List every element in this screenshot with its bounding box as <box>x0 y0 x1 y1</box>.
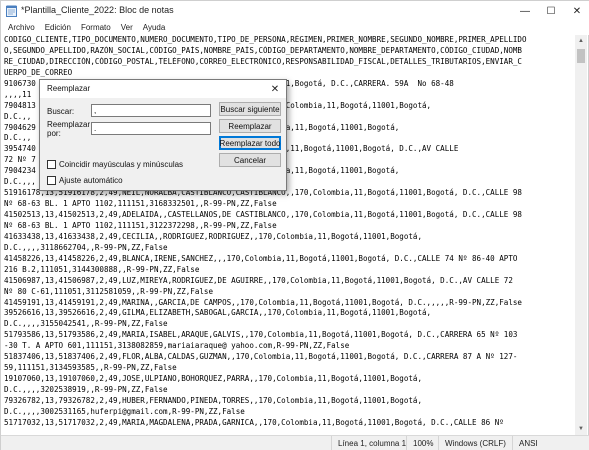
match-case-checkbox[interactable] <box>47 160 56 169</box>
text-line: Nº 80 C-61,111051,3112581059,,R-99-PN,ZZ… <box>4 286 214 296</box>
scroll-down-arrow-icon[interactable]: ▼ <box>575 423 587 435</box>
text-line: RE_CIUDAD,DIRECCIÓN,CÓDIGO_POSTAL,TELÉFO… <box>4 56 522 66</box>
text-line: CODIGO_CLIENTE,TIPO_DOCUMENTO,NUMERO_DOC… <box>4 35 527 44</box>
notepad-window: *Plantilla_Cliente_2022: Bloc de notas —… <box>0 0 589 450</box>
find-next-button[interactable]: Buscar siguiente <box>219 102 281 116</box>
text-line: D.C.,,,,3002531165,huferpi@gmail.com,R-9… <box>4 406 245 416</box>
match-case-label: Coincidir mayúsculas y minúsculas <box>59 160 184 169</box>
text-line: 41459191,13,41459191,2,49,MARINA,,GARCIA… <box>4 297 522 307</box>
scroll-up-arrow-icon[interactable]: ▲ <box>575 35 587 47</box>
text-line: 51717032,13,51717032,2,49,MARIA,MAGDALEN… <box>4 417 504 427</box>
text-line: 41458226,13,41458226,2,49,BLANCA,IRENE,S… <box>4 253 518 263</box>
replace-input[interactable]: . <box>91 122 211 135</box>
text-line: D.C.,,,,3118662704,,R-99-PN,ZZ,False <box>4 242 168 252</box>
text-line: 41502513,13,41502513,2,49,ADELAIDA,,CAST… <box>4 210 522 219</box>
text-line: 39526616,13,39526616,2,49,GILMA,ELIZABET… <box>4 308 432 318</box>
text-line: 41506987,13,41506987,2,49,LUZ,MIREYA,ROD… <box>4 275 513 285</box>
close-button[interactable]: ✕ <box>564 1 589 21</box>
text-line: Nº 68-63 BL. 1 APTO 1102,111151,31683325… <box>4 199 277 209</box>
text-line: 41633438,13,41633438,2,49,CECILIA,,RODRI… <box>4 231 423 241</box>
wrap-around-checkbox[interactable] <box>47 176 56 185</box>
text-line: 51793586,13,51793586,2,49,MARIA,ISABEL,A… <box>4 330 518 340</box>
encoding: ANSI <box>512 436 538 450</box>
text-line: O,SEGUNDO_APELLIDO,RAZÓN_SOCIAL,CÓDIGO_P… <box>4 45 522 55</box>
text-line: D.C.,,,,3155042541,,R-99-PN,ZZ,False <box>4 319 168 329</box>
scrollbar-thumb[interactable] <box>577 49 585 63</box>
menu-ayuda[interactable]: Ayuda <box>138 21 171 35</box>
text-line: 51837406,13,51837406,2,49,FLOR,ALBA,CALD… <box>4 352 518 362</box>
cursor-position: Línea 1, columna 1 <box>331 436 406 450</box>
menu-edicion[interactable]: Edición <box>40 21 76 35</box>
text-line: 19107060,13,19107060,2,49,JOSE,ULPIANO,B… <box>4 374 423 384</box>
maximize-button[interactable]: ☐ <box>538 1 564 21</box>
text-line: UERPO_DE_CORREO <box>4 67 73 77</box>
menu-ver[interactable]: Ver <box>116 21 138 35</box>
find-input[interactable]: , <box>91 104 211 117</box>
window-title: *Plantilla_Cliente_2022: Bloc de notas <box>21 5 174 15</box>
dialog-title-bar: Reemplazar ✕ <box>40 80 286 98</box>
replace-label: Reemplazar por: <box>47 120 91 138</box>
text-line: 59,111151,3134593585,,R-99-PN,ZZ,False <box>4 363 177 373</box>
replace-dialog: Reemplazar ✕ Buscar: , Reemplazar por: .… <box>39 79 287 191</box>
replace-all-button[interactable]: Reemplazar todo <box>219 136 281 150</box>
cancel-button[interactable]: Cancelar <box>219 153 281 167</box>
dialog-title: Reemplazar <box>47 84 91 93</box>
text-line: -30 T. A APTO 601,111151,3138082859,mari… <box>4 341 350 351</box>
wrap-around-label: Ajuste automático <box>59 176 123 185</box>
menu-bar: Archivo Edición Formato Ver Ayuda <box>1 21 589 35</box>
line-ending: Windows (CRLF) <box>438 436 506 450</box>
zoom-level: 100% <box>406 436 433 450</box>
vertical-scrollbar[interactable]: ▲ ▼ <box>575 35 587 435</box>
menu-archivo[interactable]: Archivo <box>3 21 40 35</box>
window-controls: — ☐ ✕ <box>512 1 589 21</box>
notepad-app-icon <box>6 5 17 17</box>
title-bar: *Plantilla_Cliente_2022: Bloc de notas —… <box>1 1 589 21</box>
menu-formato[interactable]: Formato <box>76 21 116 35</box>
minimize-button[interactable]: — <box>512 1 538 21</box>
find-label: Buscar: <box>47 107 75 116</box>
wrap-around-option[interactable]: Ajuste automático <box>47 176 123 185</box>
text-line: Nº 68-63 BL. 1 APTO 1102,111151,31223722… <box>4 220 277 230</box>
text-line: 216 B.2,111051,3144300888,,R-99-PN,ZZ,Fa… <box>4 264 200 274</box>
match-case-option[interactable]: Coincidir mayúsculas y minúsculas <box>47 160 183 169</box>
status-bar: Línea 1, columna 1 100% Windows (CRLF) A… <box>1 435 589 450</box>
dialog-close-icon[interactable]: ✕ <box>268 82 282 96</box>
replace-button[interactable]: Reemplazar <box>219 119 281 133</box>
text-line: D.C.,,,,3202538919,,R-99-PN,ZZ,False <box>4 385 168 394</box>
text-line: 79326782,13,79326782,2,49,HUBER,FERNANDO… <box>4 395 423 405</box>
